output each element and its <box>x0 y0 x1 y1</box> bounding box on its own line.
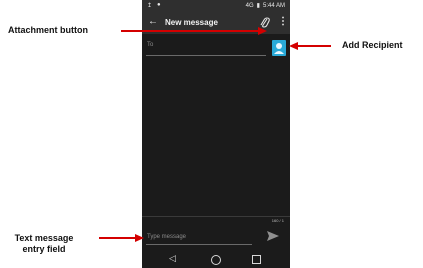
status-bar: ↥ ● 4G ▮ 5:44 AM <box>142 0 290 12</box>
notification-icon: ● <box>157 2 161 8</box>
add-recipient-pointer-line <box>298 45 331 47</box>
contact-add-icon <box>274 43 284 54</box>
more-vert-icon[interactable]: ⋮ <box>278 16 288 28</box>
page-title: New message <box>165 18 218 27</box>
arrow-back-icon[interactable]: ← <box>148 16 158 28</box>
status-right-icons: 4G ▮ 5:44 AM <box>245 2 285 10</box>
upload-icon: ↥ <box>147 3 153 9</box>
phone-screen: ↥ ● 4G ▮ 5:44 AM ← New message ⋮ To 160 … <box>142 0 290 268</box>
compose-divider <box>142 216 290 217</box>
attachment-pointer-line <box>121 30 258 32</box>
status-time: 5:44 AM <box>262 2 285 9</box>
nav-back-icon[interactable]: ◁ <box>169 253 176 264</box>
add-recipient-button[interactable] <box>272 40 286 56</box>
add-recipient-label: Add Recipient <box>342 40 403 50</box>
attachment-pointer-arrowhead <box>258 27 267 35</box>
recents-square-icon[interactable] <box>252 255 261 264</box>
text-entry-pointer-arrowhead <box>135 234 144 242</box>
message-input[interactable]: Type message <box>146 232 252 245</box>
status-left-icons: ↥ ● <box>147 2 161 9</box>
add-recipient-pointer-arrowhead <box>289 42 298 50</box>
message-placeholder: Type message <box>147 234 187 240</box>
home-circle-icon[interactable] <box>211 255 221 265</box>
to-field[interactable]: To <box>146 41 266 56</box>
text-entry-pointer-line <box>99 237 135 239</box>
text-entry-label: Text message entry field <box>5 233 83 255</box>
to-placeholder: To <box>147 42 154 48</box>
text-entry-label-line1: Text message <box>14 233 74 243</box>
send-icon[interactable] <box>266 230 280 242</box>
navigation-bar: ◁ <box>142 250 290 268</box>
char-counter: 160 / 1 <box>271 218 284 223</box>
text-entry-label-line2: entry field <box>22 244 66 254</box>
signal-icon: 4G <box>245 2 254 9</box>
battery-icon: ▮ <box>256 3 260 9</box>
attachment-button-label: Attachment button <box>8 25 88 35</box>
